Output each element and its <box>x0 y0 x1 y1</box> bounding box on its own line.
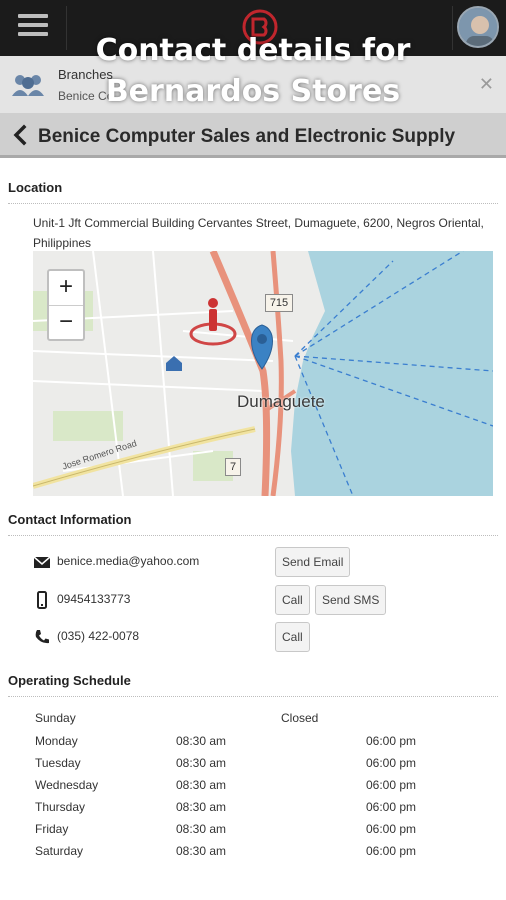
divider <box>8 535 498 536</box>
mobile-value: 09454133773 <box>57 592 131 606</box>
page-title: Benice Computer Sales and Electronic Sup… <box>38 126 456 147</box>
contact-heading: Contact Information <box>8 512 132 527</box>
email-value: benice.media@yahoo.com <box>57 554 200 568</box>
zoom-in-button[interactable]: + <box>49 271 83 305</box>
schedule-close-time: 06:00 pm <box>366 800 417 814</box>
schedule-close-time: 06:00 pm <box>366 844 417 858</box>
page-header: Benice Computer Sales and Electronic Sup… <box>0 114 506 158</box>
schedule-open-time: 08:30 am <box>176 822 227 836</box>
schedule-open-time: 08:30 am <box>176 756 227 770</box>
divider <box>8 696 498 697</box>
schedule-open-time: 08:30 am <box>176 800 227 814</box>
schedule-row: Sunday Closed <box>35 711 455 733</box>
road-number-label: 715 <box>265 294 293 312</box>
divider <box>8 203 498 204</box>
schedule-day: Monday <box>35 734 78 748</box>
zoom-out-button[interactable]: − <box>49 305 83 339</box>
send-sms-button[interactable]: Send SMS <box>315 585 387 615</box>
send-email-button[interactable]: Send Email <box>275 547 351 577</box>
promo-caption-line-1: Contact details for <box>95 33 411 68</box>
mobile-phone-icon <box>37 591 47 609</box>
promo-caption: Contact details for Bernardos Stores <box>0 30 506 112</box>
schedule-open-time: 08:30 am <box>176 734 227 748</box>
mobile-row: 09454133773 <box>33 585 473 615</box>
schedule-day: Friday <box>35 822 69 836</box>
map-city-label: Dumaguete <box>237 392 325 411</box>
schedule-status: Closed <box>281 711 319 725</box>
schedule-row: Thursday 08:30 am 06:00 pm <box>35 800 455 822</box>
schedule-day: Saturday <box>35 844 84 858</box>
schedule-open-time: 08:30 am <box>176 778 227 792</box>
schedule-row: Tuesday 08:30 am 06:00 pm <box>35 756 455 778</box>
envelope-icon <box>33 556 51 568</box>
call-landline-button[interactable]: Call <box>275 622 310 652</box>
map-canvas <box>33 251 493 496</box>
landline-value: (035) 422-0078 <box>57 629 140 643</box>
schedule-day: Sunday <box>35 711 76 725</box>
schedule-heading: Operating Schedule <box>8 673 131 688</box>
address-text: Unit-1 Jft Commercial Building Cervantes… <box>33 216 484 250</box>
map-zoom-control: + − <box>47 269 85 341</box>
schedule-row: Monday 08:30 am 06:00 pm <box>35 734 455 756</box>
user-location-icon <box>189 298 237 346</box>
schedule-close-time: 06:00 pm <box>366 734 417 748</box>
schedule-day: Thursday <box>35 800 86 814</box>
call-mobile-button[interactable]: Call <box>275 585 310 615</box>
schedule-row: Saturday 08:30 am 06:00 pm <box>35 844 455 866</box>
schedule-row: Friday 08:30 am 06:00 pm <box>35 822 455 844</box>
schedule-day: Tuesday <box>35 756 81 770</box>
location-map[interactable]: + − 715 7 Jose Romero Road Dumaguete <box>33 251 493 496</box>
location-heading: Location <box>8 180 63 195</box>
schedule-row: Wednesday 08:30 am 06:00 pm <box>35 778 455 800</box>
phone-icon <box>35 630 49 644</box>
map-pin-icon <box>251 324 273 370</box>
schedule-close-time: 06:00 pm <box>366 756 417 770</box>
promo-caption-line-2: Bernardos Stores <box>105 74 401 109</box>
schedule-close-time: 06:00 pm <box>366 778 417 792</box>
landline-row: (035) 422-0078 <box>33 622 473 652</box>
schedule-close-time: 06:00 pm <box>366 822 417 836</box>
road-number-label: 7 <box>225 458 241 476</box>
schedule-open-time: 08:30 am <box>176 844 227 858</box>
email-row: benice.media@yahoo.com <box>33 547 473 577</box>
schedule-day: Wednesday <box>35 778 99 792</box>
chevron-left-icon[interactable] <box>12 124 28 146</box>
